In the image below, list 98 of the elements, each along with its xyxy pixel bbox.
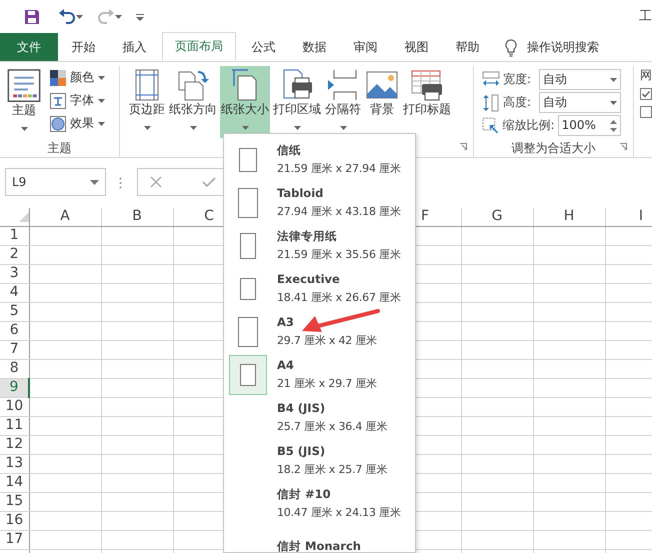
ribbon-tab[interactable]: 帮助 bbox=[442, 33, 493, 61]
file-tab[interactable]: 文件 bbox=[0, 33, 58, 61]
paper-size-option[interactable]: B5 (JIS) 18.2 厘米 x 25.7 厘米 bbox=[224, 439, 415, 482]
row-header[interactable]: 9 bbox=[0, 378, 29, 397]
ribbon-tab[interactable]: 审阅 bbox=[340, 33, 391, 61]
scale-icon bbox=[482, 116, 500, 134]
paper-size-option[interactable]: 信封 #10 10.47 厘米 x 24.13 厘米 bbox=[224, 482, 415, 525]
paper-size-option[interactable]: Executive 18.41 厘米 x 26.67 厘米 bbox=[224, 267, 415, 310]
column-header[interactable]: G bbox=[461, 208, 533, 226]
column-header[interactable]: B bbox=[101, 208, 173, 226]
row-header[interactable]: 6 bbox=[0, 321, 29, 340]
ribbon-button[interactable]: 纸张大小 bbox=[220, 66, 270, 138]
row-header[interactable]: 3 bbox=[0, 264, 29, 283]
row-header[interactable]: 15 bbox=[0, 492, 29, 511]
page-icon bbox=[238, 188, 258, 218]
dropdown-arrow-icon bbox=[90, 180, 99, 186]
caret-icon bbox=[98, 76, 105, 80]
row-header[interactable]: 4 bbox=[0, 283, 29, 302]
caret-icon bbox=[115, 15, 122, 19]
theme-effects-icon bbox=[50, 116, 66, 132]
field-label: 宽度: bbox=[503, 72, 532, 87]
column-header[interactable]: H bbox=[533, 208, 605, 226]
caret-icon bbox=[98, 98, 105, 102]
width-icon bbox=[482, 70, 500, 88]
print-titles-icon bbox=[410, 68, 444, 102]
column-header[interactable]: I bbox=[605, 208, 652, 226]
row-header[interactable]: 13 bbox=[0, 454, 29, 473]
row-header[interactable]: 5 bbox=[0, 302, 29, 321]
ribbon-button[interactable]: 页边距 bbox=[128, 66, 166, 138]
theme-fonts-button[interactable]: 字体 bbox=[50, 89, 105, 112]
caret-icon bbox=[98, 122, 105, 126]
checkbox[interactable] bbox=[640, 88, 652, 100]
tell-me-search[interactable]: 操作说明搜索 bbox=[505, 38, 599, 56]
row-header[interactable]: 14 bbox=[0, 473, 29, 492]
page-icon bbox=[240, 364, 256, 386]
enter-icon[interactable] bbox=[202, 176, 216, 188]
ribbon-button[interactable]: 分隔符 bbox=[324, 66, 362, 138]
theme-fonts-icon bbox=[50, 92, 66, 108]
ribbon-button[interactable]: 打印标题 bbox=[402, 66, 452, 138]
scale-spinner[interactable]: 100% bbox=[558, 115, 621, 136]
row-header[interactable]: 11 bbox=[0, 416, 29, 435]
caret-icon bbox=[76, 15, 83, 19]
customize-icon bbox=[136, 14, 144, 20]
window-title: 工 bbox=[639, 9, 652, 25]
dialog-launcher-icon[interactable] bbox=[620, 142, 627, 150]
theme-icon bbox=[6, 68, 42, 104]
paper-size-option[interactable]: A4 21 厘米 x 29.7 厘米 bbox=[224, 353, 415, 396]
orientation-icon bbox=[176, 68, 210, 102]
spin-arrows-icon[interactable] bbox=[610, 118, 617, 132]
ribbon-tab[interactable]: 公式 bbox=[238, 33, 289, 61]
paper-size-option[interactable]: B4 (JIS) 25.7 厘米 x 36.4 厘米 bbox=[224, 396, 415, 439]
caret-icon bbox=[20, 127, 28, 132]
group-label: 主题 bbox=[48, 140, 72, 156]
row-header[interactable]: 7 bbox=[0, 340, 29, 359]
paper-size-option[interactable]: 信封 Monarch bbox=[224, 525, 415, 552]
scale-dropdown[interactable]: 自动 bbox=[539, 92, 621, 113]
dialog-launcher-icon[interactable] bbox=[460, 142, 467, 150]
height-icon bbox=[482, 94, 500, 112]
field-label: 缩放比例: bbox=[502, 118, 555, 133]
name-box[interactable]: L9 bbox=[5, 168, 106, 196]
theme-colors-button[interactable]: 颜色 bbox=[50, 66, 105, 89]
lightbulb-icon bbox=[505, 38, 517, 56]
row-header[interactable]: 12 bbox=[0, 435, 29, 454]
row-header[interactable]: 10 bbox=[0, 397, 29, 416]
paper-size-option[interactable]: 信纸 21.59 厘米 x 27.94 厘米 bbox=[224, 138, 415, 181]
ribbon-tab[interactable]: 视图 bbox=[391, 33, 442, 61]
field-label: 高度: bbox=[503, 95, 532, 110]
page-icon bbox=[238, 316, 258, 346]
ribbon-tab[interactable]: 插入 bbox=[109, 33, 160, 61]
column-header[interactable]: A bbox=[29, 208, 101, 226]
page-icon bbox=[240, 232, 256, 258]
undo-icon bbox=[58, 9, 76, 25]
row-header[interactable]: 2 bbox=[0, 245, 29, 264]
ribbon-button[interactable]: 纸张方向 bbox=[168, 66, 218, 138]
page-icon bbox=[240, 278, 256, 300]
row-header[interactable]: 16 bbox=[0, 511, 29, 530]
caret-icon bbox=[610, 100, 617, 104]
group-label: 调整为合适大小 bbox=[512, 140, 596, 156]
row-header[interactable]: 1 bbox=[0, 226, 29, 245]
page-icon bbox=[239, 148, 257, 172]
ribbon-tab[interactable]: 数据 bbox=[289, 33, 340, 61]
group-heading: 网 bbox=[640, 68, 652, 82]
redo-icon bbox=[97, 9, 115, 25]
save-icon bbox=[24, 9, 40, 25]
row-header[interactable]: 8 bbox=[0, 359, 29, 378]
row-header[interactable]: 17 bbox=[0, 530, 29, 549]
theme-effects-button[interactable]: 效果 bbox=[50, 112, 105, 135]
cancel-icon[interactable] bbox=[150, 176, 162, 188]
paper-size-option[interactable]: A3 29.7 厘米 x 42 厘米 bbox=[224, 310, 415, 353]
scale-dropdown[interactable]: 自动 bbox=[539, 69, 621, 90]
caret-icon bbox=[610, 78, 617, 82]
grip-icon bbox=[119, 176, 122, 189]
checkbox[interactable] bbox=[640, 106, 652, 118]
theme-colors-icon bbox=[50, 70, 66, 86]
ribbon-tab[interactable]: 开始 bbox=[58, 33, 109, 61]
themes-button[interactable]: 主题 bbox=[4, 66, 44, 138]
paper-size-option[interactable]: 法律专用纸 21.59 厘米 x 35.56 厘米 bbox=[224, 224, 415, 267]
ribbon-tab[interactable]: 页面布局 bbox=[162, 32, 236, 61]
